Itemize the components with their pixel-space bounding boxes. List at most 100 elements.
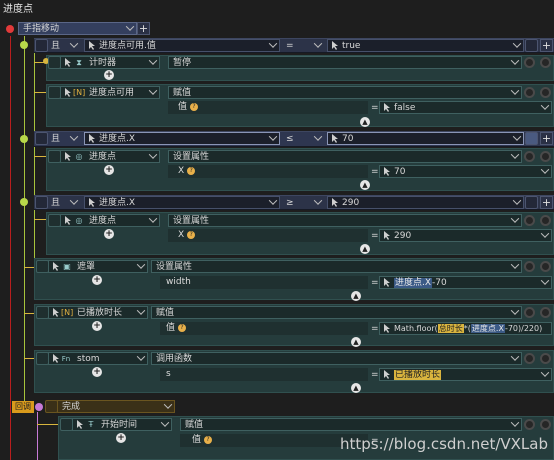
delete-icon[interactable]: [525, 39, 538, 52]
enable-toggle[interactable]: [524, 261, 535, 272]
delete-icon[interactable]: [525, 196, 538, 209]
cond2-left-field[interactable]: 进度点.X: [84, 132, 280, 145]
a4-action-select[interactable]: 设置属性: [151, 260, 522, 273]
sprite-icon: ◎: [75, 216, 83, 225]
collapse-up-icon[interactable]: ▲: [351, 337, 361, 347]
assign-target-select[interactable]: [N] 进度点可用: [60, 86, 160, 99]
b3-action-text: 设置属性: [173, 216, 210, 226]
help-icon[interactable]: ?: [187, 230, 196, 239]
operator-select[interactable]: ≥: [281, 196, 325, 209]
a6-action-select[interactable]: 调用函数: [151, 352, 522, 365]
b3-value-field[interactable]: 290: [379, 229, 552, 242]
variable-tag: 总时长: [437, 324, 464, 333]
enable-toggle[interactable]: [524, 353, 535, 364]
add-sub-action-button[interactable]: +: [116, 433, 126, 443]
pointer-icon: [384, 103, 390, 112]
enable-toggle[interactable]: [524, 151, 535, 162]
add-condition-button[interactable]: +: [540, 39, 553, 52]
branch-line: [24, 267, 34, 268]
b2-target-text: 进度点: [89, 152, 117, 162]
timer-action-select[interactable]: 暂停: [168, 56, 522, 69]
add-sub-action-button[interactable]: +: [104, 165, 114, 175]
event-line: [10, 30, 11, 460]
a4-target-select[interactable]: ▣ 遮罩: [48, 260, 148, 273]
help-icon[interactable]: ?: [204, 435, 213, 444]
assign-value-field[interactable]: false: [379, 101, 552, 114]
operator-select[interactable]: =: [281, 39, 325, 52]
a7-action-select[interactable]: 赋值: [180, 418, 522, 431]
event-select[interactable]: 手指移动: [18, 22, 137, 35]
add-sub-action-button[interactable]: +: [92, 275, 102, 285]
pointer-icon: [65, 88, 71, 97]
a5-action-text: 赋值: [156, 308, 175, 318]
cond2-right-field[interactable]: 70: [327, 132, 524, 145]
variable-tag: 已播放时长: [394, 370, 442, 380]
equals-sign: =: [371, 278, 379, 288]
event-dot-icon[interactable]: [6, 25, 14, 33]
collapse-up-icon[interactable]: ▲: [360, 180, 370, 190]
cond1-right-field[interactable]: true: [327, 39, 524, 52]
a5-action-select[interactable]: 赋值: [151, 306, 522, 319]
a5-target-text: 已播放时长: [77, 308, 123, 318]
help-icon[interactable]: ?: [178, 323, 187, 332]
breakpoint-toggle[interactable]: [540, 261, 551, 272]
cond1-left-field[interactable]: 进度点可用.值: [84, 39, 280, 52]
add-sub-action-button[interactable]: +: [92, 367, 102, 377]
enable-toggle[interactable]: [524, 57, 535, 68]
enable-toggle[interactable]: [524, 307, 535, 318]
operator-select[interactable]: ≤: [281, 132, 325, 145]
a5-value-field[interactable]: Math.floor(总时长*(进度点.X-70)/220): [379, 322, 552, 335]
enable-toggle[interactable]: [524, 87, 535, 98]
add-sub-action-button[interactable]: +: [104, 70, 114, 80]
a5-target-select[interactable]: [N] 已播放时长: [48, 306, 148, 319]
delete-icon[interactable]: [525, 132, 538, 145]
logic-select[interactable]: 且: [46, 132, 81, 145]
breakpoint-toggle[interactable]: [540, 57, 551, 68]
branch-dot-icon[interactable]: [20, 135, 28, 143]
cond3-right-field[interactable]: 290: [327, 196, 524, 209]
callback-dot-icon[interactable]: [35, 403, 43, 411]
a6-target-select[interactable]: Fn stom: [48, 352, 148, 365]
add-sub-action-button[interactable]: +: [92, 321, 102, 331]
b3-target-select[interactable]: ◎ 进度点: [60, 214, 160, 227]
branch-line: [34, 219, 46, 220]
collapse-up-icon[interactable]: ▲: [351, 291, 361, 301]
branch-dot-icon[interactable]: [20, 41, 28, 49]
text-icon: Ŧ: [88, 420, 94, 429]
timer-target-select[interactable]: ⧗ 计时器: [60, 56, 160, 69]
breakpoint-toggle[interactable]: [540, 307, 551, 318]
help-icon[interactable]: ?: [187, 166, 196, 175]
logic-select[interactable]: 且: [46, 196, 81, 209]
pointer-icon: [89, 134, 95, 143]
assign-action-select[interactable]: 赋值: [168, 86, 522, 99]
collapse-up-icon[interactable]: ▲: [360, 117, 370, 127]
cond3-left-field[interactable]: 进度点.X: [84, 196, 280, 209]
enable-toggle[interactable]: [524, 419, 535, 430]
breakpoint-toggle[interactable]: [540, 151, 551, 162]
assign-value-text: false: [394, 103, 416, 113]
collapse-up-icon[interactable]: ▲: [360, 244, 370, 254]
breakpoint-toggle[interactable]: [540, 353, 551, 364]
help-icon[interactable]: ?: [190, 102, 199, 111]
logic-select[interactable]: 且: [46, 39, 81, 52]
breakpoint-toggle[interactable]: [540, 215, 551, 226]
b2-target-select[interactable]: ◎ 进度点: [60, 150, 160, 163]
collapse-up-icon[interactable]: ▲: [351, 383, 361, 393]
branch-dot-icon[interactable]: [20, 198, 28, 206]
breakpoint-toggle[interactable]: [540, 87, 551, 98]
callback-select[interactable]: 完成: [57, 400, 175, 413]
add-condition-button[interactable]: +: [540, 132, 553, 145]
b2-value-field[interactable]: 70: [379, 165, 552, 178]
add-sub-action-button[interactable]: +: [104, 229, 114, 239]
a7-target-select[interactable]: Ŧ 开始时间: [72, 418, 172, 431]
enable-toggle[interactable]: [524, 215, 535, 226]
a6-value-field[interactable]: 已播放时长: [379, 368, 552, 381]
breakpoint-toggle[interactable]: [540, 419, 551, 430]
add-condition-button[interactable]: +: [540, 196, 553, 209]
b2-action-select[interactable]: 设置属性: [168, 150, 522, 163]
add-event-button[interactable]: +: [137, 22, 150, 35]
a7-action-text: 赋值: [185, 420, 204, 430]
a4-value-field[interactable]: 进度点.X-70: [379, 276, 552, 289]
tree-line: [24, 36, 25, 408]
b3-action-select[interactable]: 设置属性: [168, 214, 522, 227]
